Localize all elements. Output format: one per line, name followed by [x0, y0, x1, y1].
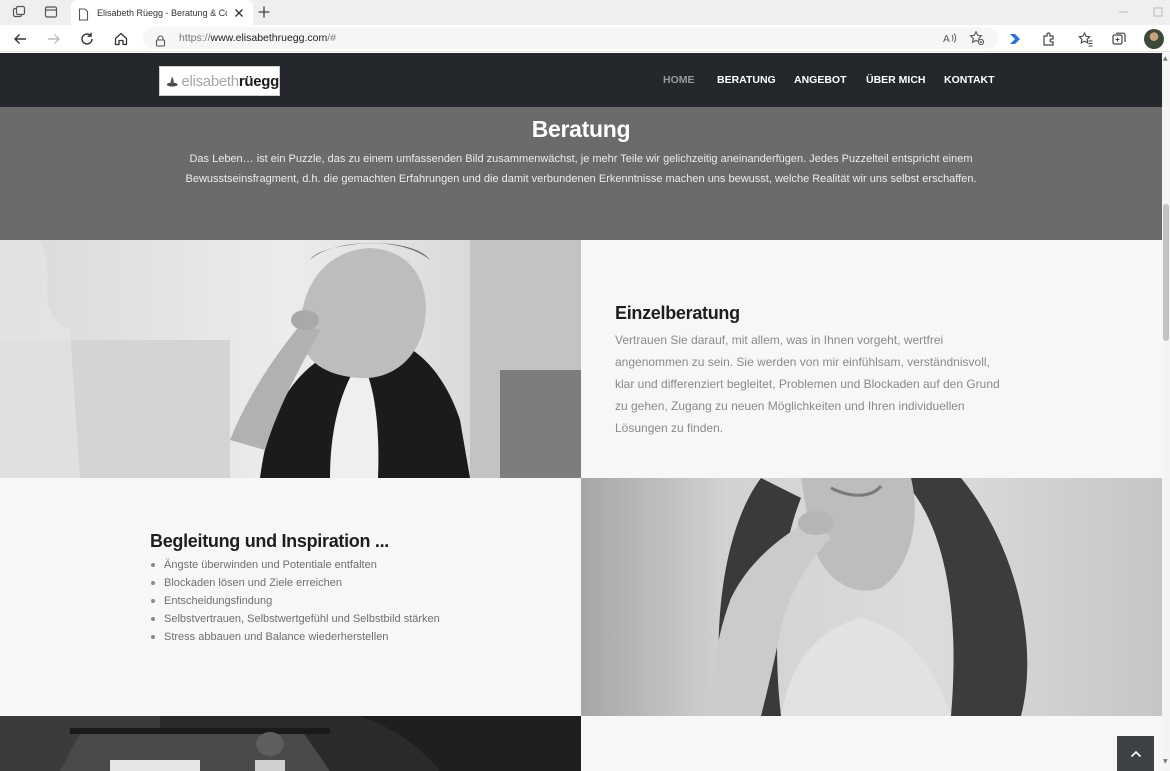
bullet-icon [151, 563, 155, 567]
site-header: elisabeth rüegg HOME BERATUNG ANGEBOT ÜBE… [0, 53, 1162, 107]
browser-tab[interactable]: Elisabeth Rüegg - Beratung & Coaching [71, 0, 253, 25]
logo-text-light: elisabeth [181, 72, 239, 90]
nav-home[interactable]: HOME [663, 73, 695, 87]
room-photo [0, 716, 581, 771]
address-bar[interactable]: https://www.elisabethruegg.com/# A [143, 27, 998, 49]
refresh-icon[interactable] [78, 30, 96, 48]
woman-thinking-photo [0, 240, 581, 478]
collections-icon[interactable] [1110, 30, 1128, 48]
list-item: Selbstvertrauen, Selbstwertgefühl und Se… [150, 610, 440, 628]
tab-title: Elisabeth Rüegg - Beratung & Coaching [97, 8, 227, 18]
lock-icon[interactable] [155, 32, 166, 51]
read-aloud-icon[interactable]: A [942, 30, 958, 46]
site-logo[interactable]: elisabeth rüegg [159, 66, 280, 96]
beratung-section: Beratung Das Leben… ist ein Puzzle, das … [0, 107, 1162, 240]
workspaces-icon[interactable] [10, 4, 28, 20]
favorites-icon[interactable] [1077, 30, 1095, 48]
minimize-icon[interactable] [1116, 4, 1132, 20]
page-scrollbar[interactable]: ▲ ▼ [1162, 53, 1170, 771]
bullet-icon [151, 581, 155, 585]
begleitung-panel: Begleitung und Inspiration ... Ängste üb… [0, 478, 581, 716]
nav-angebot[interactable]: ANGEBOT [794, 73, 847, 87]
einzelberatung-text: Vertrauen Sie darauf, mit allem, was in … [615, 333, 1000, 435]
next-panel [581, 716, 1162, 771]
list-item: Blockaden lösen und Ziele erreichen [150, 574, 440, 592]
close-tab-icon[interactable] [232, 5, 246, 19]
bullet-icon [151, 599, 155, 603]
extensions-icon[interactable] [1040, 30, 1058, 48]
scroll-up-icon[interactable]: ▲ [1163, 56, 1168, 62]
nav-ueber-mich[interactable]: ÜBER MICH [866, 73, 926, 87]
einzelberatung-title: Einzelberatung [615, 303, 740, 323]
einzelberatung-panel: Einzelberatung Vertrauen Sie darauf, mit… [581, 240, 1162, 478]
back-icon[interactable] [11, 30, 29, 48]
profile-avatar[interactable] [1144, 29, 1164, 49]
bullet-icon [151, 635, 155, 639]
scrollbar-thumb[interactable] [1163, 204, 1169, 341]
list-item: Stress abbauen und Balance wiederherstel… [150, 628, 440, 646]
url-text: https://www.elisabethruegg.com/# [179, 32, 337, 44]
page-icon [78, 6, 89, 25]
nav-kontakt[interactable]: KONTAKT [944, 73, 995, 87]
section-intro-text: Das Leben… ist ein Puzzle, das zu einem … [185, 153, 977, 185]
section-title: Beratung [531, 116, 631, 142]
extension-arrow-icon[interactable] [1006, 30, 1024, 48]
nav-beratung[interactable]: BERATUNG [717, 73, 776, 87]
add-favorite-icon[interactable] [969, 30, 985, 46]
chevron-up-icon [1130, 750, 1141, 757]
browser-toolbar: https://www.elisabethruegg.com/# A [0, 25, 1170, 52]
logo-mark-icon [166, 76, 178, 87]
list-item: Ängste überwinden und Potentiale entfalt… [150, 556, 440, 574]
begleitung-list: Ängste überwinden und Potentiale entfalt… [150, 556, 440, 646]
begleitung-title: Begleitung und Inspiration ... [150, 531, 389, 551]
bullet-icon [151, 617, 155, 621]
tab-actions-icon[interactable] [42, 4, 60, 20]
list-item: Entscheidungsfindung [150, 592, 440, 610]
home-icon[interactable] [112, 30, 130, 48]
browser-tab-bar: Elisabeth Rüegg - Beratung & Coaching [0, 0, 1170, 25]
new-tab-icon[interactable] [256, 4, 272, 20]
woman-portrait-photo [581, 478, 1162, 716]
logo-text-bold: rüegg [238, 72, 279, 90]
maximize-icon[interactable] [1150, 4, 1166, 20]
forward-icon[interactable] [45, 30, 63, 48]
page-viewport: elisabeth rüegg HOME BERATUNG ANGEBOT ÜBE… [0, 53, 1170, 771]
back-to-top-button[interactable] [1117, 736, 1154, 771]
svg-text:A: A [943, 34, 950, 45]
scroll-down-icon[interactable]: ▼ [1163, 759, 1168, 765]
